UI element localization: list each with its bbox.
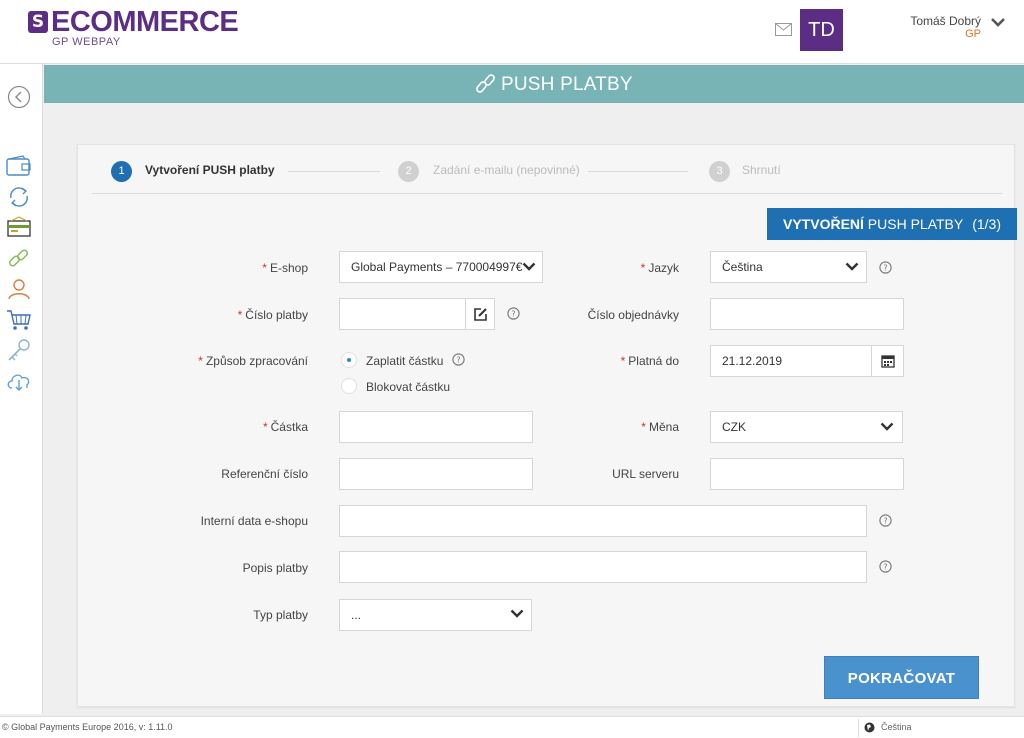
sidebar [0,64,43,714]
language-select[interactable]: Čeština [710,251,867,283]
section-title-rest: PUSH PLATBY [863,216,964,232]
language-switcher[interactable]: Čeština [858,719,1022,737]
payment-type-select[interactable]: ... [339,599,532,631]
svg-text:?: ? [456,356,460,365]
page-title-bar: PUSH PLATBY [44,65,1024,103]
push-payment-form-card: 1 Vytvoření PUSH platby 2 Zadání e-mailu… [77,144,1017,707]
back-icon[interactable] [7,85,31,109]
svg-text:?: ? [511,310,515,319]
step-3-number: 3 [709,161,730,182]
step-1-label: Vytvoření PUSH platby [145,163,275,177]
help-icon[interactable]: ? [879,261,892,274]
mail-icon[interactable] [775,23,792,36]
footer: © Global Payments Europe 2016, v: 1.11.0… [0,716,1024,738]
reference-number-input[interactable] [339,458,533,490]
refresh-icon[interactable] [5,184,33,210]
eshop-label: * E-shop [262,261,308,275]
internal-data-label: Interní data e-shopu [200,514,308,528]
user-name[interactable]: Tomáš Dobrý [880,14,981,28]
reference-number-label: Referenční číslo [221,467,308,481]
brand-name: ECOMMERCE [51,6,239,38]
key-icon[interactable] [5,337,33,363]
help-icon[interactable]: ? [507,307,520,320]
step-2-label: Zadání e-mailu (nepovinné) [433,163,580,177]
svg-text:?: ? [883,264,887,273]
svg-text:?: ? [883,517,887,526]
currency-label: * Měna [641,420,679,434]
date-picker-button[interactable] [871,345,904,377]
user-icon[interactable] [5,276,33,302]
copyright-text: © Global Payments Europe 2016, v: 1.11.0 [2,722,173,732]
pay-amount-label[interactable]: Zaplatit částku [366,354,443,368]
chevron-down-icon [522,262,536,271]
currency-select[interactable]: CZK [710,411,903,443]
step-connector [588,171,688,172]
help-icon[interactable]: ? [879,514,892,527]
order-number-input[interactable] [710,298,904,330]
divider [92,193,1002,194]
valid-until-label: * Platná do [620,354,679,368]
calendar-icon [881,355,895,368]
link-icon [476,74,495,93]
internal-data-input[interactable] [339,505,867,537]
processing-method-label: * Způsob zpracování [198,354,308,368]
block-amount-label[interactable]: Blokovat částku [366,380,450,394]
help-icon[interactable]: ? [879,560,892,573]
server-url-label: URL serveru [612,467,679,481]
top-header: S ECOMMERCE GP WEBPAY TD Tomáš Dobrý GP [0,0,1024,64]
card-icon[interactable] [5,215,33,241]
server-url-input[interactable] [710,458,904,490]
order-number-label: Číslo objednávky [587,308,679,322]
section-header: VYTVOŘENÍ PUSH PLATBY (1/3) [767,208,1017,240]
cloud-download-icon[interactable] [5,368,33,394]
cart-icon[interactable] [5,307,33,333]
section-step-counter: (1/3) [972,216,1001,232]
pay-amount-radio[interactable] [341,352,357,368]
chevron-down-icon [510,609,524,618]
language-label: Čeština [881,722,912,732]
svg-text:?: ? [883,563,887,572]
amount-label: * Částka [262,420,308,434]
block-amount-radio[interactable] [341,378,357,394]
language-label: * Jazyk [640,261,679,275]
generate-number-button[interactable] [465,298,495,330]
step-connector [288,171,380,172]
step-1-number: 1 [111,161,132,182]
help-icon[interactable]: ? [452,353,465,366]
brand-subtitle: GP WEBPAY [52,36,121,48]
payment-description-input[interactable] [339,551,867,583]
payment-type-label: Typ platby [253,608,308,622]
section-title-bold: VYTVOŘENÍ [783,216,864,232]
valid-until-input[interactable]: 21.12.2019 [710,345,873,377]
payment-number-label: * Číslo platby [237,308,308,322]
brand-mark-icon: S [28,11,48,33]
globe-icon [864,722,875,733]
user-avatar[interactable]: TD [800,9,843,51]
payment-description-label: Popis platby [242,561,308,575]
step-3-label: Shrnutí [742,163,781,177]
payment-number-input[interactable] [339,298,467,330]
eshop-select[interactable]: Global Payments – 770004997€ [339,251,543,283]
amount-input[interactable] [339,411,533,443]
chevron-down-icon [845,262,859,271]
edit-icon [474,308,487,321]
chevron-down-icon [880,422,894,431]
page-title: PUSH PLATBY [501,74,633,95]
wallet-icon[interactable] [5,154,33,180]
user-organization: GP [965,28,981,40]
continue-button[interactable]: POKRAČOVAT [824,656,979,699]
step-2-number: 2 [398,161,419,182]
link-icon[interactable] [5,246,33,272]
chevron-down-icon[interactable] [990,16,1006,28]
